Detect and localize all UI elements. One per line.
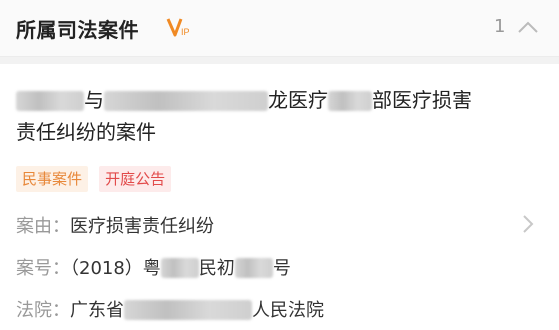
case-card[interactable]: 与 龙医疗 部医疗损害责任纠纷的案件 民事案件 开庭公告 案由：医疗损害责任纠纷 案…	[0, 64, 559, 330]
redacted-text	[160, 258, 199, 278]
case-court-part: 广东省	[70, 300, 124, 321]
case-cause-row[interactable]: 案由：医疗损害责任纠纷	[16, 212, 214, 238]
section-header[interactable]: 所属司法案件 IP 1	[0, 0, 559, 57]
section-title: 所属司法案件	[16, 18, 139, 42]
case-court-label: 法院：	[16, 300, 70, 321]
case-number-row: 案号：（2018）粤 民初 号	[16, 254, 291, 280]
case-title-part: 与	[84, 88, 104, 112]
case-cause-value: 医疗损害责任纠纷	[70, 216, 214, 237]
vip-icon: IP	[166, 18, 190, 37]
chevron-right-icon[interactable]	[520, 212, 536, 236]
case-tags: 民事案件 开庭公告	[16, 166, 177, 192]
case-title: 与 龙医疗 部医疗损害责任纠纷的案件	[16, 84, 536, 148]
case-court-part: 人民法院	[252, 300, 324, 321]
redacted-text	[104, 91, 268, 111]
redacted-text	[328, 91, 372, 111]
case-court-row: 法院：广东省 人民法院	[16, 296, 324, 322]
redacted-text	[124, 300, 252, 320]
case-cause-label: 案由：	[16, 216, 70, 237]
tag-civil-case: 民事案件	[16, 166, 89, 192]
case-title-part: 责任纠纷的案件	[16, 120, 156, 144]
tag-court-announcement: 开庭公告	[99, 166, 172, 192]
case-title-part: 龙医疗	[268, 88, 328, 112]
case-number-part: 民初	[198, 258, 235, 279]
case-number-part: （2018）粤	[70, 258, 161, 279]
case-number-part: 号	[272, 258, 291, 279]
case-number-label: 案号：	[16, 258, 70, 279]
chevron-up-icon[interactable]	[514, 16, 542, 38]
redacted-text	[16, 91, 84, 111]
svg-text:IP: IP	[181, 27, 190, 37]
case-count: 1	[494, 16, 506, 37]
redacted-text	[234, 258, 273, 278]
case-title-part: 部医疗损害	[372, 88, 472, 112]
